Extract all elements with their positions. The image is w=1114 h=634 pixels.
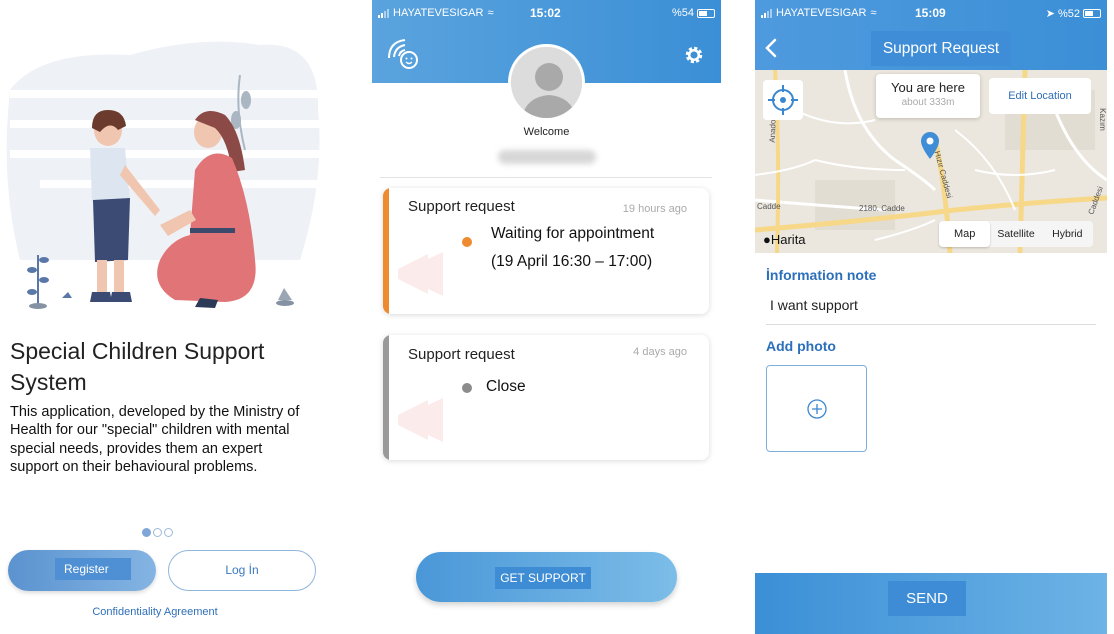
user-name-blurred: [498, 150, 596, 164]
megaphone-icon: [398, 398, 443, 442]
callout-distance: about 333m: [901, 97, 955, 108]
request-card[interactable]: Support request 4 days ago Close: [383, 335, 709, 460]
battery-percent: %54: [671, 7, 694, 19]
status-dot: [462, 383, 472, 393]
street-label: Cadde: [757, 202, 781, 211]
settings-gear-icon[interactable]: [684, 45, 704, 65]
megaphone-icon: [398, 252, 443, 296]
send-label: SEND: [888, 581, 966, 616]
request-title: Support request: [408, 346, 515, 363]
request-time: 4 days ago: [633, 346, 687, 358]
locate-me-button[interactable]: [763, 80, 803, 120]
page-title: Support Request: [871, 31, 1011, 66]
signal-icon: [761, 8, 772, 18]
plus-circle-icon: [807, 399, 827, 419]
request-status: Waiting for appointment: [491, 225, 655, 242]
support-request-screen: HAYATEVESIGAR ≈ 15:09 ➤ %52 Support Requ…: [755, 0, 1107, 634]
location-arrow-icon: ➤: [1045, 8, 1055, 20]
mother-child-illustration: [6, 41, 320, 309]
status-dot: [462, 237, 472, 247]
divider: [380, 177, 712, 178]
status-stripe: [383, 188, 389, 314]
request-status: Close: [486, 378, 526, 395]
street-label: Kazım: [1097, 108, 1107, 131]
map-type-map[interactable]: Map: [939, 221, 991, 247]
map-pin-icon[interactable]: [919, 130, 941, 160]
status-bar: HAYATEVESIGAR ≈ 15:02 %54: [372, 0, 721, 28]
page-indicator: [142, 528, 173, 537]
page-dot[interactable]: [142, 528, 151, 537]
onboarding-screen: Special Children Support System This app…: [0, 0, 362, 634]
clock: 15:09: [915, 6, 946, 20]
apple-logo-icon: ●: [763, 232, 771, 247]
page-dot[interactable]: [164, 528, 173, 537]
app-logo-icon: [388, 39, 418, 69]
request-time: 19 hours ago: [622, 203, 687, 215]
appointment-time: (19 April 16:30 – 17:00): [491, 253, 653, 270]
register-button[interactable]: Register: [8, 550, 156, 591]
send-button[interactable]: SEND: [755, 573, 1107, 634]
battery-percent: %52: [1057, 7, 1080, 20]
login-button[interactable]: Log İn: [168, 550, 316, 591]
wifi-icon: ≈: [487, 7, 494, 19]
carrier-name: HAYATEVESIGAR: [776, 7, 867, 19]
input-underline: [766, 324, 1096, 325]
get-support-label: GET SUPPORT: [495, 567, 591, 589]
status-bar: HAYATEVESIGAR ≈ 15:09 ➤ %52: [755, 0, 1107, 28]
register-label: Register: [55, 558, 131, 580]
user-silhouette-icon: [511, 47, 582, 118]
map-type-hybrid[interactable]: Hybrid: [1042, 221, 1093, 247]
clock: 15:02: [530, 6, 561, 20]
callout-title: You are here: [891, 80, 965, 95]
information-note-label: İnformation note: [766, 267, 877, 283]
battery-icon: [697, 8, 715, 18]
app-description: This application, developed by the Minis…: [10, 404, 300, 476]
map-type-satellite[interactable]: Satellite: [990, 221, 1041, 247]
signal-icon: [378, 8, 389, 18]
confidentiality-agreement-link[interactable]: Confidentiality Agreement: [70, 606, 240, 618]
add-photo-label: Add photo: [766, 338, 836, 354]
map-attribution: ●Harita: [763, 232, 806, 247]
add-photo-button[interactable]: [766, 365, 867, 452]
welcome-text: Welcome: [523, 126, 570, 138]
you-are-here-callout: You are here about 333m: [876, 74, 980, 118]
get-support-button[interactable]: GET SUPPORT: [416, 552, 677, 602]
location-map[interactable]: 2180. Cadde Cadde Anadolu Bulvarı Hızır …: [755, 70, 1107, 253]
carrier-name: HAYATEVESIGAR: [393, 7, 484, 19]
request-title: Support request: [408, 198, 515, 215]
home-screen: HAYATEVESIGAR ≈ 15:02 %54 Welcome Suppor…: [372, 0, 721, 634]
avatar[interactable]: [508, 44, 585, 121]
battery-icon: [1083, 9, 1101, 18]
request-card[interactable]: Support request 19 hours ago Waiting for…: [383, 188, 709, 314]
information-note-input[interactable]: I want support: [770, 297, 858, 313]
back-chevron-icon[interactable]: [764, 38, 778, 58]
street-label: 2180. Cadde: [859, 204, 905, 213]
page-dot[interactable]: [153, 528, 162, 537]
app-title: Special Children Support System: [10, 338, 265, 395]
wifi-icon: ≈: [870, 7, 877, 19]
map-type-selector[interactable]: Map Satellite Hybrid: [939, 221, 1093, 247]
crosshair-icon: [768, 85, 798, 115]
status-stripe: [383, 335, 389, 460]
edit-location-button[interactable]: Edit Location: [989, 78, 1091, 114]
